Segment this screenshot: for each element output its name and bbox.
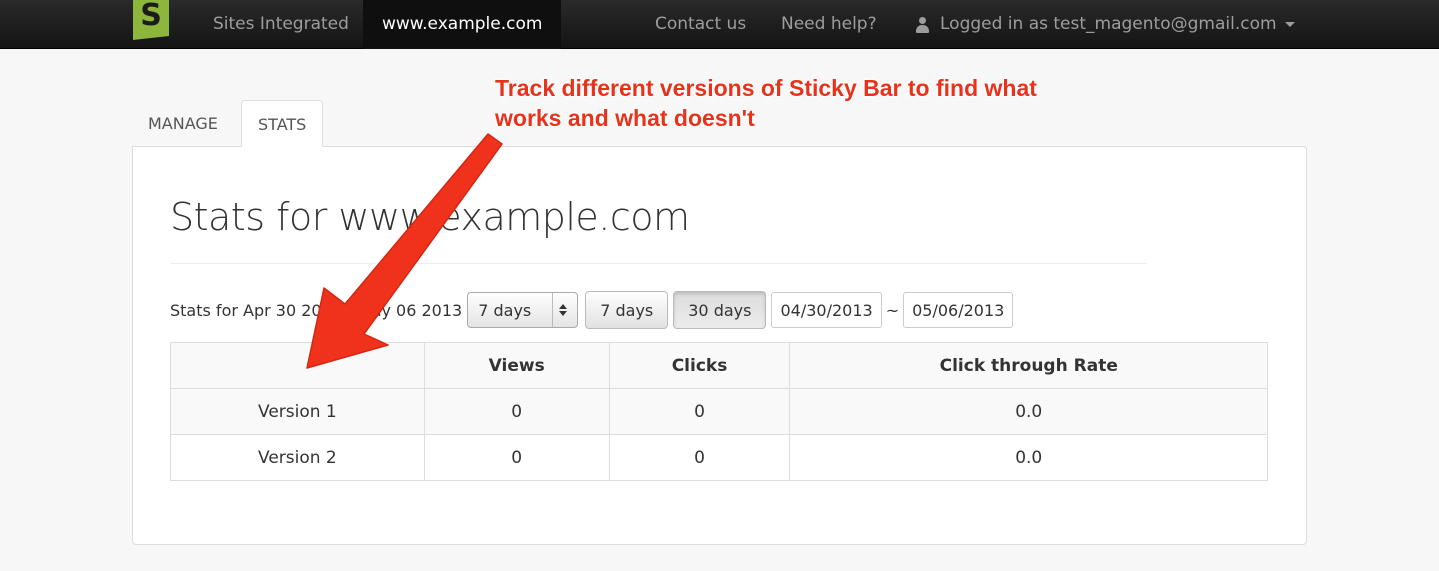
- annotation-line-1: Track different versions of Sticky Bar t…: [495, 75, 1037, 101]
- annotation-text: Track different versions of Sticky Bar t…: [495, 73, 1037, 133]
- annotation-line-2: works and what doesn't: [495, 105, 755, 131]
